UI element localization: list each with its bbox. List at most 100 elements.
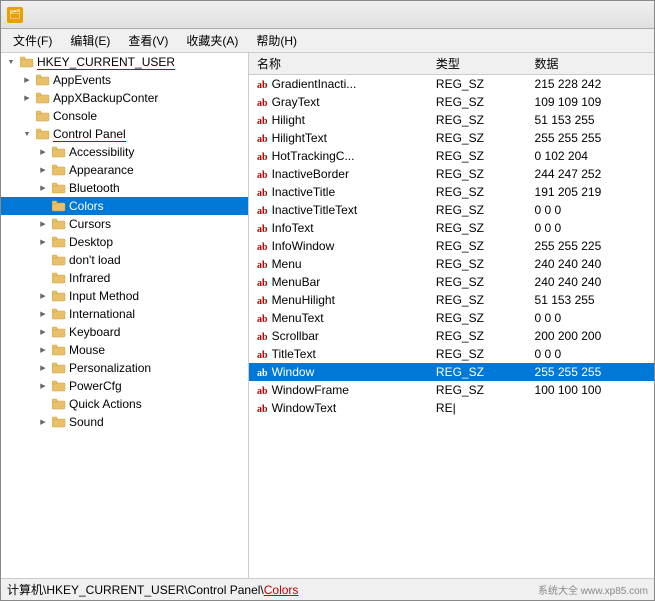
table-row[interactable]: abInfoTextREG_SZ0 0 0 — [249, 219, 654, 237]
table-row[interactable]: abInactiveBorderREG_SZ244 247 252 — [249, 165, 654, 183]
cell-name: abInfoText — [249, 219, 428, 237]
cell-value: 244 247 252 — [527, 165, 654, 183]
menu-item-f[interactable]: 文件(F) — [5, 30, 60, 51]
tree-item-powercfg[interactable]: PowerCfg — [1, 377, 248, 395]
tree-item-controlpanel[interactable]: Control Panel — [1, 125, 248, 143]
cell-type: REG_SZ — [428, 255, 527, 273]
tree-item-keyboard[interactable]: Keyboard — [1, 323, 248, 341]
tree-item-appearance[interactable]: Appearance — [1, 161, 248, 179]
table-row[interactable]: abInactiveTitleREG_SZ191 205 219 — [249, 183, 654, 201]
tree-item-dontload[interactable]: don't load — [1, 251, 248, 269]
ab-icon: ab — [257, 314, 268, 325]
expand-btn-keyboard[interactable] — [35, 324, 51, 340]
tree-panel[interactable]: HKEY_CURRENT_USER AppEvents AppXBackupCo… — [1, 53, 249, 578]
expand-btn-hkcu[interactable] — [3, 54, 19, 70]
menu-item-h[interactable]: 帮助(H) — [248, 30, 305, 51]
cell-value: 200 200 200 — [527, 327, 654, 345]
ab-icon: ab — [257, 170, 268, 181]
cell-value: 0 102 204 — [527, 147, 654, 165]
tree-item-desktop[interactable]: Desktop — [1, 233, 248, 251]
expand-btn-desktop[interactable] — [35, 234, 51, 250]
cell-name: abHilightText — [249, 129, 428, 147]
tree-item-bluetooth[interactable]: Bluetooth — [1, 179, 248, 197]
cell-value: 215 228 242 — [527, 75, 654, 93]
cell-name: abWindowText — [249, 399, 428, 417]
tree-item-international[interactable]: International — [1, 305, 248, 323]
folder-icon-international — [51, 307, 67, 321]
table-row[interactable]: abWindowFrameREG_SZ100 100 100 — [249, 381, 654, 399]
table-row[interactable]: abTitleTextREG_SZ0 0 0 — [249, 345, 654, 363]
ab-icon: ab — [257, 278, 268, 289]
tree-label-infrared: Infrared — [69, 271, 110, 285]
cell-value: 240 240 240 — [527, 273, 654, 291]
expand-btn-appearance[interactable] — [35, 162, 51, 178]
tree-item-personalization[interactable]: Personalization — [1, 359, 248, 377]
expand-btn-controlpanel[interactable] — [19, 126, 35, 142]
cell-type: REG_SZ — [428, 273, 527, 291]
table-row[interactable]: abMenuREG_SZ240 240 240 — [249, 255, 654, 273]
table-row[interactable]: abHilightTextREG_SZ255 255 255 — [249, 129, 654, 147]
tree-item-hkcu[interactable]: HKEY_CURRENT_USER — [1, 53, 248, 71]
table-row[interactable]: abGrayTextREG_SZ109 109 109 — [249, 93, 654, 111]
tree-item-appxbackup[interactable]: AppXBackupConter — [1, 89, 248, 107]
tree-item-colors[interactable]: Colors — [1, 197, 248, 215]
table-row[interactable]: abWindowTextRE| — [249, 399, 654, 417]
table-row[interactable]: abMenuBarREG_SZ240 240 240 — [249, 273, 654, 291]
expand-btn-accessibility[interactable] — [35, 144, 51, 160]
table-row[interactable]: abHotTrackingC...REG_SZ0 102 204 — [249, 147, 654, 165]
cell-name: abInactiveBorder — [249, 165, 428, 183]
expand-btn-console — [19, 108, 35, 124]
table-row[interactable]: abScrollbarREG_SZ200 200 200 — [249, 327, 654, 345]
table-row[interactable]: abInfoWindowREG_SZ255 255 225 — [249, 237, 654, 255]
tree-item-inputmethod[interactable]: Input Method — [1, 287, 248, 305]
ab-icon: ab — [257, 152, 268, 163]
folder-icon-dontload — [51, 253, 67, 267]
expand-btn-personalization[interactable] — [35, 360, 51, 376]
cell-value: 255 255 225 — [527, 237, 654, 255]
cell-type: REG_SZ — [428, 111, 527, 129]
table-row[interactable]: abInactiveTitleTextREG_SZ0 0 0 — [249, 201, 654, 219]
ab-icon: ab — [257, 98, 268, 109]
ab-icon: ab — [257, 350, 268, 361]
expand-btn-inputmethod[interactable] — [35, 288, 51, 304]
tree-item-appevents[interactable]: AppEvents — [1, 71, 248, 89]
cell-name: abHilight — [249, 111, 428, 129]
expand-btn-cursors[interactable] — [35, 216, 51, 232]
tree-label-quickactions: Quick Actions — [69, 397, 142, 411]
table-row[interactable]: abGradientInacti...REG_SZ215 228 242 — [249, 75, 654, 93]
app-icon: 🗂 — [7, 7, 23, 23]
table-row[interactable]: abHilightREG_SZ51 153 255 — [249, 111, 654, 129]
cell-type: REG_SZ — [428, 201, 527, 219]
tree-item-sound[interactable]: Sound — [1, 413, 248, 431]
expand-btn-appevents[interactable] — [19, 72, 35, 88]
menu-item-v[interactable]: 查看(V) — [120, 30, 176, 51]
table-row[interactable]: abMenuTextREG_SZ0 0 0 — [249, 309, 654, 327]
tree-label-keyboard: Keyboard — [69, 325, 120, 339]
expand-btn-appxbackup[interactable] — [19, 90, 35, 106]
expand-btn-mouse[interactable] — [35, 342, 51, 358]
expand-btn-powercfg[interactable] — [35, 378, 51, 394]
table-row[interactable]: abMenuHilightREG_SZ51 153 255 — [249, 291, 654, 309]
menu-item-a[interactable]: 收藏夹(A) — [178, 30, 246, 51]
cell-name: abInfoWindow — [249, 237, 428, 255]
tree-item-mouse[interactable]: Mouse — [1, 341, 248, 359]
tree-label-appevents: AppEvents — [53, 73, 111, 87]
folder-icon-cursors — [51, 217, 67, 231]
expand-btn-bluetooth[interactable] — [35, 180, 51, 196]
table-row[interactable]: abWindowREG_SZ255 255 255 — [249, 363, 654, 381]
tree-item-cursors[interactable]: Cursors — [1, 215, 248, 233]
cell-type: REG_SZ — [428, 345, 527, 363]
tree-item-quickactions[interactable]: Quick Actions — [1, 395, 248, 413]
tree-item-accessibility[interactable]: Accessibility — [1, 143, 248, 161]
menu-item-e[interactable]: 编辑(E) — [62, 30, 118, 51]
tree-item-infrared[interactable]: Infrared — [1, 269, 248, 287]
expand-btn-colors — [35, 198, 51, 214]
tree-label-colors: Colors — [69, 199, 104, 213]
detail-panel[interactable]: 名称 类型 数据 abGradientInacti...REG_SZ215 22… — [249, 53, 654, 578]
tree-item-console[interactable]: Console — [1, 107, 248, 125]
expand-btn-sound[interactable] — [35, 414, 51, 430]
folder-icon-inputmethod — [51, 289, 67, 303]
title-bar: 🗂 — [1, 1, 654, 29]
expand-btn-international[interactable] — [35, 306, 51, 322]
folder-icon-appxbackup — [35, 91, 51, 105]
